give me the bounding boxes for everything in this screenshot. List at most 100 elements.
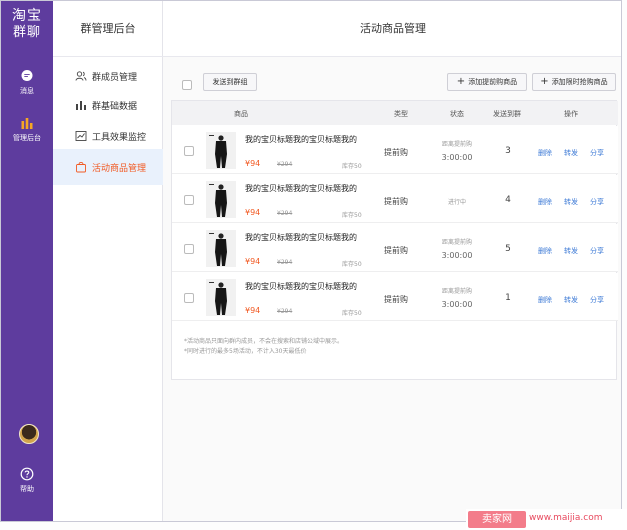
- status-text: 距离提前购: [441, 141, 472, 148]
- forward-link[interactable]: 转发: [564, 148, 578, 158]
- product-name: 我的宝贝标题我的宝贝标题我的: [245, 184, 357, 193]
- logo-line-1: 淘宝: [12, 8, 42, 24]
- nav-item-activity-products[interactable]: 活动商品管理: [53, 149, 163, 185]
- product-type: 提前购: [384, 197, 408, 206]
- product-name: 我的宝贝标题我的宝贝标题我的: [245, 135, 357, 144]
- product-price: ¥94: [245, 208, 261, 217]
- forward-link[interactable]: 转发: [564, 295, 578, 305]
- send-to-group-label: 发送到群组: [212, 78, 248, 86]
- product-image: [206, 181, 236, 218]
- product-name: 我的宝贝标题我的宝贝标题我的: [245, 282, 357, 291]
- delete-link[interactable]: 删除: [538, 246, 552, 256]
- select-all-checkbox[interactable]: [182, 80, 192, 90]
- row-checkbox[interactable]: [184, 244, 194, 254]
- add-pre-purchase-button[interactable]: + 添加提前购商品: [447, 73, 527, 91]
- nav-label: 工具效果监控: [92, 132, 147, 143]
- watermark: 卖家网 www.maijia.com: [466, 509, 627, 530]
- app-logo: 淘宝 群聊: [1, 8, 53, 40]
- bar-chart-icon: [76, 101, 86, 110]
- product-image: [206, 279, 236, 316]
- question-circle-icon: [20, 467, 34, 481]
- subnav-title: 群管理后台: [53, 1, 163, 57]
- product-image: [206, 230, 236, 267]
- delete-link[interactable]: 删除: [538, 148, 552, 158]
- nav-label: 活动商品管理: [92, 163, 147, 174]
- product-type: 提前购: [384, 148, 408, 157]
- table-row: 我的宝贝标题我的宝贝标题我的 ¥94 ¥294 库存50 提前购 距离提前购 3…: [172, 273, 618, 321]
- status-text: 距离提前购: [441, 288, 472, 295]
- forward-link[interactable]: 转发: [564, 246, 578, 256]
- product-original-price: ¥294: [277, 210, 293, 217]
- table-row: 我的宝贝标题我的宝贝标题我的 ¥94 ¥294 库存50 提前购 距离提前购 3…: [172, 224, 618, 272]
- main-content: 活动商品管理 发送到群组 + 添加提前购商品 + 添加限时抢购商品 商品 类型 …: [163, 1, 621, 521]
- rail-item-admin[interactable]: 管理后台: [1, 116, 53, 143]
- rail-item-messages[interactable]: 消息: [1, 69, 53, 96]
- avatar[interactable]: [19, 424, 39, 444]
- sent-count: 1: [505, 293, 511, 303]
- app-window: 淘宝 群聊 消息 管理后台 帮助 群管理后台 群成员管理 群基础数据 工具效果监…: [0, 0, 622, 522]
- watermark-url: www.maijia.com: [529, 513, 603, 523]
- product-price: ¥94: [245, 159, 261, 168]
- product-thumbnail[interactable]: [206, 181, 236, 218]
- note-line-2: *同时进行的最多5场活动，不计入30天最低价: [184, 348, 307, 355]
- column-sent-to-group: 发送到群: [493, 110, 521, 118]
- product-image: [206, 132, 236, 169]
- stage: 淘宝 群聊 消息 管理后台 帮助 群管理后台 群成员管理 群基础数据 工具效果监…: [0, 0, 627, 530]
- left-rail: 淘宝 群聊 消息 管理后台 帮助: [1, 1, 53, 521]
- row-checkbox[interactable]: [184, 195, 194, 205]
- product-stock: 库存50: [342, 261, 362, 268]
- logo-line-2: 群聊: [12, 25, 41, 40]
- status-countdown: 3:00:00: [441, 251, 473, 260]
- product-price: ¥94: [245, 257, 261, 266]
- forward-link[interactable]: 转发: [564, 197, 578, 207]
- nav-label: 群成员管理: [92, 72, 138, 83]
- toolbar: 发送到群组 + 添加提前购商品 + 添加限时抢购商品: [171, 71, 617, 97]
- row-checkbox[interactable]: [184, 293, 194, 303]
- table-row: 我的宝贝标题我的宝贝标题我的 ¥94 ¥294 库存50 提前购 距离提前购 3…: [172, 126, 618, 174]
- product-thumbnail[interactable]: [206, 132, 236, 169]
- share-link[interactable]: 分享: [590, 148, 604, 158]
- add-limited-purchase-button[interactable]: + 添加限时抢购商品: [532, 73, 616, 91]
- table-header: 商品 类型 状态 发送到群 操作: [172, 101, 618, 125]
- product-name: 我的宝贝标题我的宝贝标题我的: [245, 233, 357, 242]
- notes: *活动商品只面向群内成员，不会在搜索和店铺公域中展示。 *同时进行的最多5场活动…: [184, 337, 343, 357]
- line-chart-icon: [75, 131, 87, 141]
- product-stock: 库存50: [342, 212, 362, 219]
- column-status: 状态: [450, 110, 464, 118]
- rail-item-help[interactable]: 帮助: [1, 467, 53, 494]
- product-thumbnail[interactable]: [206, 230, 236, 267]
- share-link[interactable]: 分享: [590, 295, 604, 305]
- product-thumbnail[interactable]: [206, 279, 236, 316]
- status-text: 进行中: [447, 199, 466, 206]
- sent-count: 3: [505, 146, 511, 156]
- send-to-group-button[interactable]: 发送到群组: [203, 73, 257, 91]
- product-stock: 库存50: [342, 163, 362, 170]
- rail-label-messages: 消息: [20, 87, 34, 95]
- plus-icon: +: [540, 76, 549, 87]
- page-title: 活动商品管理: [163, 1, 621, 57]
- users-icon: [75, 71, 87, 81]
- delete-link[interactable]: 删除: [538, 197, 552, 207]
- table-row: 我的宝贝标题我的宝贝标题我的 ¥94 ¥294 库存50 提前购 进行中 4 删…: [172, 175, 618, 223]
- nav-label: 群基础数据: [92, 101, 138, 112]
- rail-label-help: 帮助: [20, 485, 34, 493]
- sub-navigation: 群管理后台 群成员管理 群基础数据 工具效果监控 活动商品管理: [53, 1, 163, 521]
- plus-icon: +: [456, 76, 466, 87]
- note-line-1: *活动商品只面向群内成员，不会在搜索和店铺公域中展示。: [184, 338, 344, 345]
- add-pre-purchase-label: 添加提前购商品: [468, 78, 518, 86]
- row-checkbox[interactable]: [184, 146, 194, 156]
- add-limited-purchase-label: 添加限时抢购商品: [551, 78, 608, 86]
- product-stock: 库存50: [342, 310, 362, 317]
- share-link[interactable]: 分享: [590, 246, 604, 256]
- share-link[interactable]: 分享: [590, 197, 604, 207]
- product-original-price: ¥294: [277, 161, 293, 168]
- product-original-price: ¥294: [277, 308, 293, 315]
- column-type: 类型: [394, 110, 408, 118]
- watermark-logo: 卖家网: [468, 511, 526, 528]
- status-countdown: 3:00:00: [441, 153, 473, 162]
- status-countdown: 3:00:00: [441, 300, 473, 309]
- delete-link[interactable]: 删除: [538, 295, 552, 305]
- bag-icon: [76, 162, 86, 173]
- status-text: 距离提前购: [441, 239, 472, 246]
- product-type: 提前购: [384, 246, 408, 255]
